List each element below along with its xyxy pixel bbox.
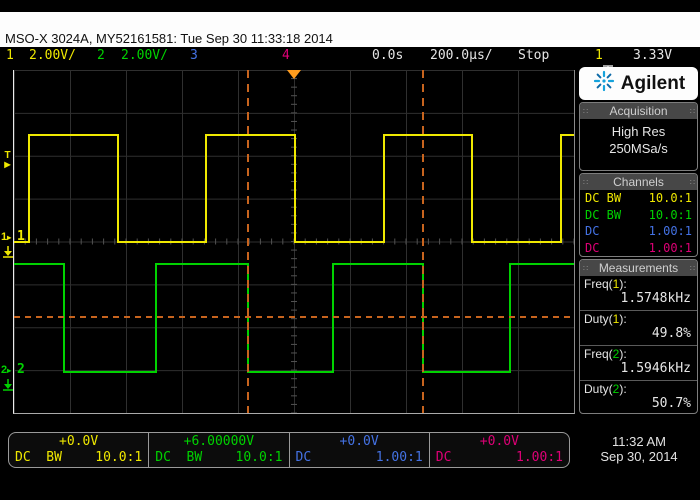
ch1-settings-row: DC BW 10.0:1 (580, 190, 697, 207)
channels-panel: ∷ Channels ∷ DC BW 10.0:1 DC BW 10.0:1 D… (579, 173, 698, 257)
ch1-marker-arrow-icon: ▸ (7, 233, 11, 242)
grip-icon: ∷ (690, 264, 694, 273)
ch1-trace-label: 1 (17, 229, 25, 244)
trigger-source[interactable]: 1 (595, 48, 603, 63)
trigger-level-marker[interactable]: T ▶ (2, 151, 13, 169)
ch1-readout-cell[interactable]: +0.0V DC BW 10.0:1 (9, 433, 148, 467)
grip-icon: ∷ (583, 264, 587, 273)
oscilloscope-screen: { "banner": { "title": "MSO-X 3024A, MY5… (0, 0, 700, 500)
sample-rate: 250MSa/s (580, 140, 697, 157)
trigger-level-arrow-icon: ▶ (2, 161, 13, 169)
trigger-level-readout[interactable]: 3.33V (633, 48, 672, 63)
ch2-readout-cell[interactable]: +6.00000V DC BW 10.0:1 (148, 433, 288, 467)
measurement-value: 50.7% (580, 396, 697, 414)
brand-name: Agilent (621, 73, 685, 95)
status-bar: 1 2.00V/ 2 2.00V/ 3 4 0.0s 200.0µs/ Stop… (0, 47, 700, 64)
measurement-freq2: Freq(2): 1.5946kHz (580, 346, 697, 381)
grip-icon: ∷ (583, 107, 587, 116)
measurement-value: 1.5946kHz (580, 361, 697, 380)
measurement-duty2: Duty(2): 50.7% (580, 381, 697, 414)
ch1-number[interactable]: 1 (6, 48, 14, 63)
brand-logo: Agilent (579, 67, 698, 100)
ch2-settings-row: DC BW 10.0:1 (580, 207, 697, 224)
ch2-ground-icon (2, 378, 14, 396)
delay-readout[interactable]: 0.0s (372, 48, 403, 63)
grip-icon: ∷ (583, 178, 587, 187)
ch2-trace-label: 2 (17, 362, 25, 377)
agilent-spark-icon (592, 69, 616, 98)
timebase-readout[interactable]: 200.0µs/ (430, 48, 493, 63)
run-state[interactable]: Stop (518, 48, 549, 63)
measurement-value: 49.8% (580, 326, 697, 345)
ch2-ground-marker[interactable]: 2▸ (1, 365, 11, 376)
acquisition-panel: ∷ Acquisition ∷ High Res 250MSa/s (579, 102, 698, 171)
grip-icon: ∷ (690, 178, 694, 187)
ch1-ground-marker[interactable]: 1▸ (1, 232, 11, 243)
measurement-value: 1.5748kHz (580, 291, 697, 310)
current-time: 11:32 AM (580, 434, 698, 449)
ch2-number[interactable]: 2 (97, 48, 105, 63)
ch4-number[interactable]: 4 (282, 48, 290, 63)
measurements-panel-header[interactable]: ∷ Measurements ∷ (580, 260, 697, 276)
channels-panel-header[interactable]: ∷ Channels ∷ (580, 174, 697, 190)
ch1-ground-icon (2, 245, 14, 263)
measurements-panel: ∷ Measurements ∷ Freq(1): 1.5748kHz Duty… (579, 259, 698, 414)
ch2-scale[interactable]: 2.00V/ (121, 48, 168, 63)
acquisition-mode: High Res (580, 123, 697, 140)
clock-display: 11:32 AM Sep 30, 2014 (580, 434, 698, 464)
waveform-display: 1 2 (13, 70, 575, 414)
grip-icon: ∷ (690, 107, 694, 116)
current-date: Sep 30, 2014 (580, 449, 698, 464)
ch4-readout-cell[interactable]: +0.0V DC 1.00:1 (429, 433, 569, 467)
ch3-readout-cell[interactable]: +0.0V DC 1.00:1 (289, 433, 429, 467)
channel-readout-bar: +0.0V DC BW 10.0:1 +6.00000V DC BW 10.0:… (8, 432, 570, 468)
ch4-settings-row: DC 1.00:1 (580, 240, 697, 257)
measurement-duty1: Duty(1): 49.8% (580, 311, 697, 346)
ch3-settings-row: DC 1.00:1 (580, 223, 697, 240)
ch3-number[interactable]: 3 (190, 48, 198, 63)
acquisition-panel-header[interactable]: ∷ Acquisition ∷ (580, 103, 697, 119)
measurement-freq1: Freq(1): 1.5748kHz (580, 276, 697, 311)
scope-graticule-and-traces (14, 70, 574, 413)
ch1-scale[interactable]: 2.00V/ (29, 48, 76, 63)
ch1-trace (14, 135, 574, 242)
ch2-marker-arrow-icon: ▸ (7, 366, 11, 375)
trigger-position-marker[interactable] (287, 70, 301, 79)
banner-title: MSO-X 3024A, MY52161581: Tue Sep 30 11:3… (0, 12, 700, 47)
model-serial-date-text: MSO-X 3024A, MY52161581: Tue Sep 30 11:3… (5, 31, 333, 46)
